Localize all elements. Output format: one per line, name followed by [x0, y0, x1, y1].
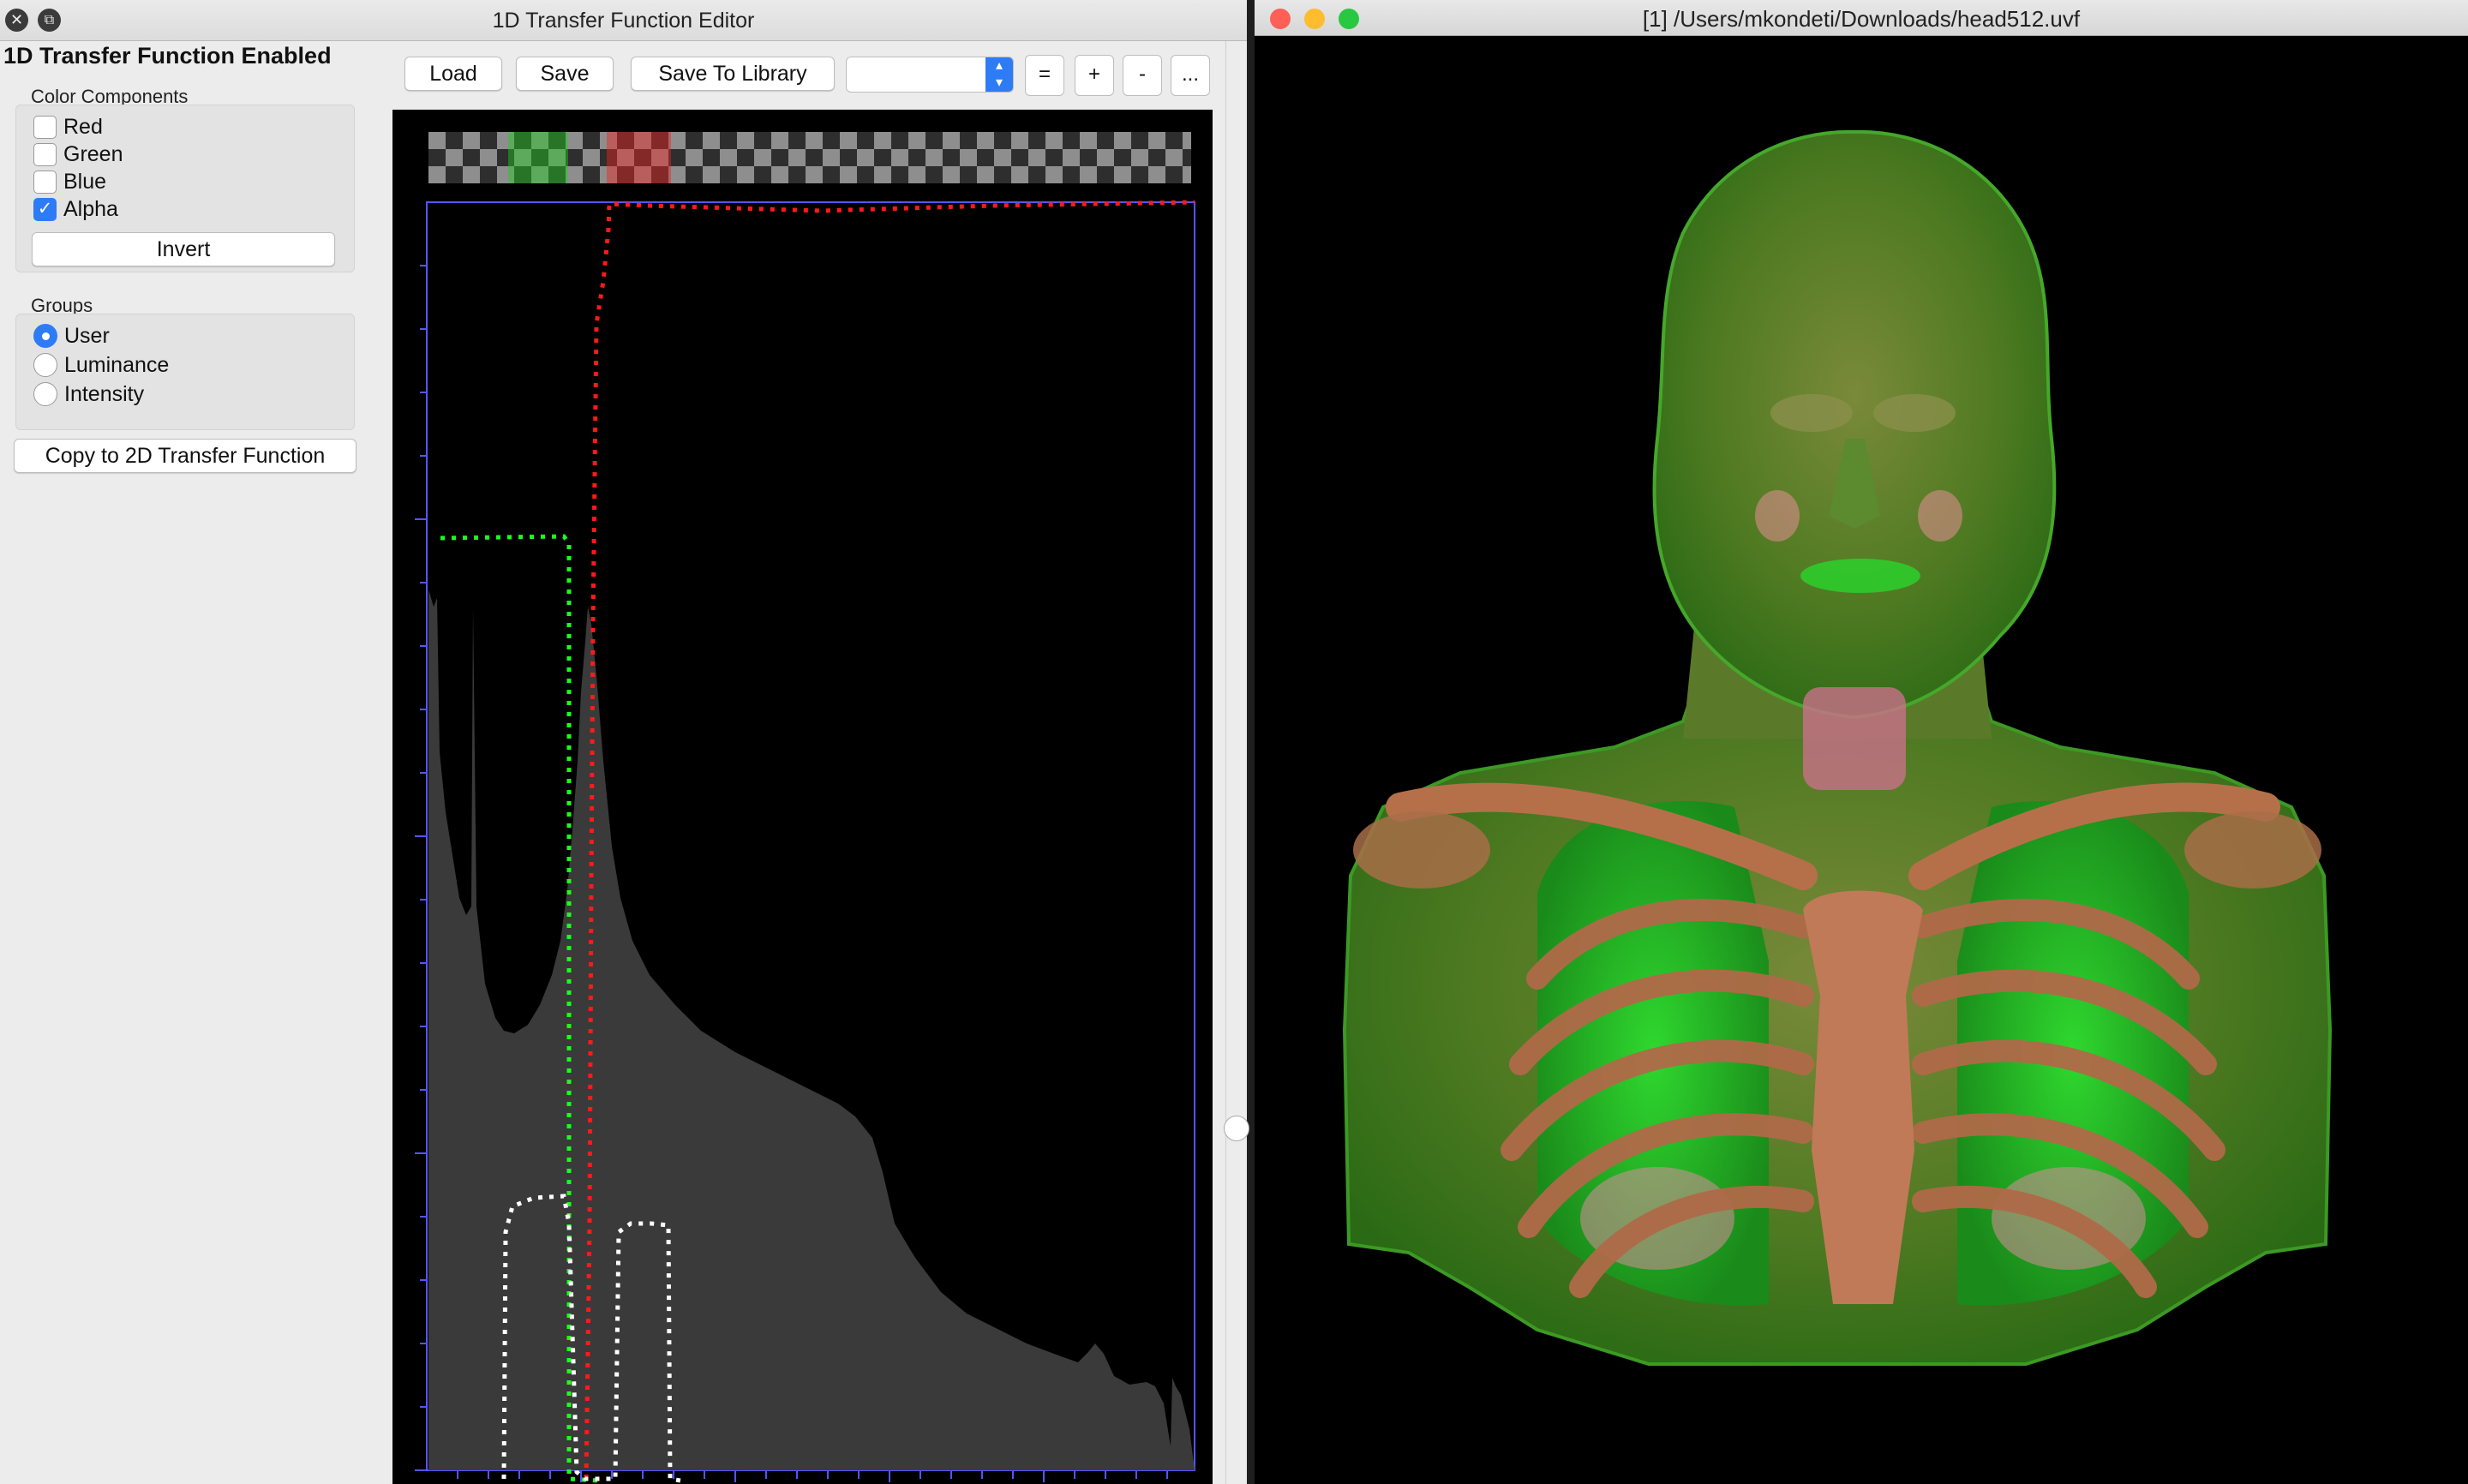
render-window-titlebar: [1] /Users/mkondeti/Downloads/head512.uv…: [1255, 0, 2468, 36]
radio-label: User: [64, 323, 110, 348]
volume-rendering-image[interactable]: [1255, 36, 2468, 1484]
zoom-out-button[interactable]: -: [1123, 55, 1162, 96]
render-window-title: [1] /Users/mkondeti/Downloads/head512.uv…: [1642, 6, 2081, 32]
checkbox-label: Red: [63, 114, 103, 139]
radio-icon[interactable]: [33, 382, 57, 406]
panel-splitter[interactable]: [1225, 41, 1247, 1484]
transfer-function-plot[interactable]: [392, 110, 1213, 1484]
checkbox-alpha[interactable]: ✓ Alpha: [33, 194, 118, 224]
radio-icon[interactable]: [33, 324, 57, 348]
invert-button[interactable]: Invert: [32, 232, 335, 266]
tf-editor-title: 1D Transfer Function Editor: [492, 9, 755, 33]
zoom-in-button[interactable]: +: [1075, 55, 1114, 96]
checkbox-icon[interactable]: [33, 170, 57, 194]
tf-editor-titlebar: ✕ ⧉ 1D Transfer Function Editor: [0, 0, 1247, 41]
checkbox-label: Alpha: [63, 196, 118, 221]
more-options-button[interactable]: ...: [1171, 55, 1210, 96]
equalize-button[interactable]: =: [1025, 55, 1064, 96]
radio-label: Intensity: [64, 381, 145, 406]
checkbox-green[interactable]: Green: [33, 140, 123, 169]
render-window: [1] /Users/mkondeti/Downloads/head512.uv…: [1255, 0, 2468, 1484]
color-components-group: Red Green Blue ✓ Alpha Invert: [15, 105, 355, 272]
volume-render-view[interactable]: [1255, 36, 2468, 1484]
tf-enabled-label: 1D Transfer Function Enabled: [3, 43, 332, 69]
tf-toolbar: Load Save Save To Library ▴ ▾ = + - ...: [392, 41, 1213, 110]
radio-user[interactable]: User: [33, 321, 110, 350]
transfer-function-canvas[interactable]: [392, 110, 1213, 1484]
checkbox-blue[interactable]: Blue: [33, 167, 106, 196]
tf-options-panel: 1D Transfer Function Enabled Color Compo…: [0, 41, 390, 1484]
save-to-library-button[interactable]: Save To Library: [631, 57, 835, 91]
load-button[interactable]: Load: [404, 57, 502, 91]
preset-select[interactable]: ▴ ▾: [846, 57, 1014, 93]
x-axis-ticks: [457, 1470, 1168, 1482]
checkbox-icon[interactable]: [33, 142, 57, 166]
y-axis-ticks: [415, 265, 427, 1471]
checkbox-label: Green: [63, 141, 123, 166]
radio-intensity[interactable]: Intensity: [33, 380, 144, 409]
checkbox-label: Blue: [63, 169, 107, 194]
save-button[interactable]: Save: [516, 57, 614, 91]
histogram-area: [428, 589, 1195, 1470]
color-preview-bar: [428, 132, 1191, 183]
tf-editor-window: ✕ ⧉ 1D Transfer Function Editor 1D Trans…: [0, 0, 1249, 1484]
checkbox-red[interactable]: Red: [33, 112, 103, 141]
checkmark-icon[interactable]: ✓: [33, 197, 57, 221]
chevron-updown-icon[interactable]: ▴ ▾: [985, 57, 1013, 92]
radio-label: Luminance: [64, 352, 170, 377]
radio-icon[interactable]: [33, 353, 57, 377]
checkbox-icon[interactable]: [33, 115, 57, 139]
splitter-handle[interactable]: [1224, 1116, 1249, 1141]
radio-luminance[interactable]: Luminance: [33, 350, 169, 380]
groups-group: User Luminance Intensity: [15, 314, 355, 430]
copy-to-2d-button[interactable]: Copy to 2D Transfer Function: [14, 439, 356, 473]
